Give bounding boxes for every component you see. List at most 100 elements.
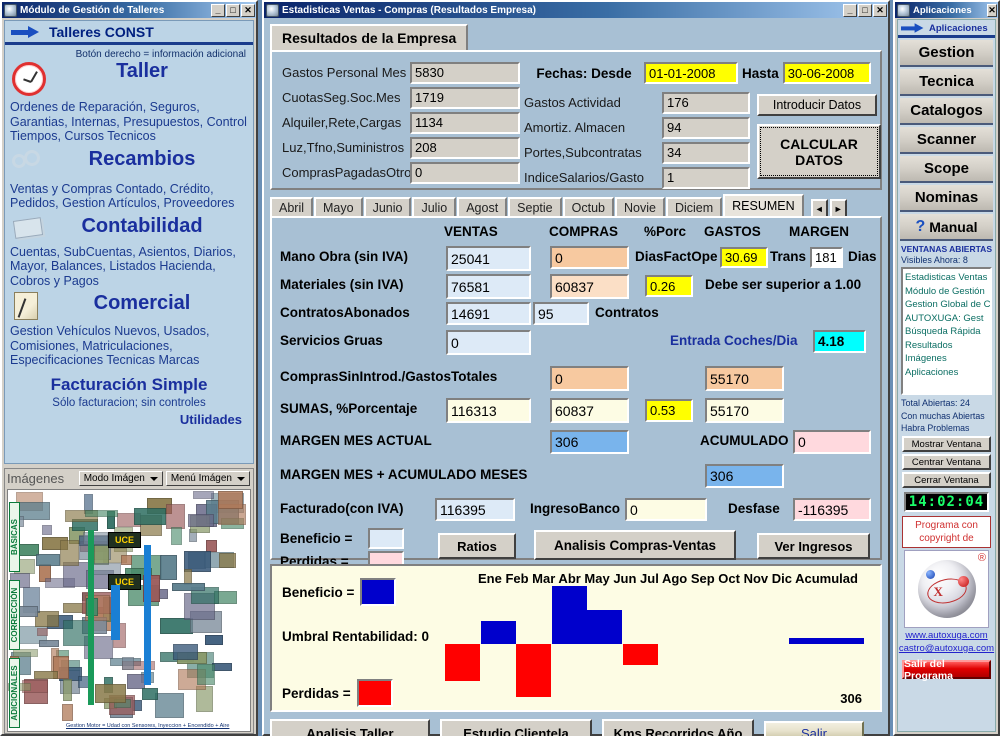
salir-del-programa-button[interactable]: Salir del Programa [902,660,991,679]
facturacion-simple-title[interactable]: Facturación Simple [10,374,248,396]
app-button-catalogos[interactable]: Catalogos [900,98,993,125]
tab-resumen[interactable]: RESUMEN [723,194,804,218]
tab-octub[interactable]: Octub [563,197,614,218]
input-alquiler-rete-cargas[interactable]: 1134 [410,112,520,134]
email-link[interactable]: castro@autoxuga.com [898,643,995,654]
input-amortiz-almacen[interactable]: 94 [662,117,750,139]
chevron-down-icon [150,477,158,481]
tab-mayo[interactable]: Mayo [314,197,363,218]
center-window-titlebar[interactable]: Estadisticas Ventas - Compras (Resultado… [264,2,888,18]
tab-abril[interactable]: Abril [270,197,313,218]
input-gastos-actividad[interactable]: 176 [662,92,750,114]
input-contratos-ventas[interactable]: 14691 [446,302,531,325]
copyright-line-1: Programa con [905,519,988,532]
input-luz-tfno-suministros[interactable]: 208 [410,137,520,159]
calcular-datos-button[interactable]: CALCULAR DATOS [757,124,881,179]
input-servicios-gruas[interactable]: 0 [446,330,531,355]
section-title-comercial[interactable]: Comercial [36,292,248,314]
app-button-manual[interactable]: ? Manual [900,214,993,241]
section-title-recambios[interactable]: Recambios [36,148,248,170]
analisis-taller-button[interactable]: Analisis Taller [270,719,430,736]
input-ingreso-banco[interactable]: 0 [625,498,707,521]
list-item[interactable]: Resultados [905,339,989,353]
input-materiales-ventas[interactable]: 76581 [446,274,531,299]
input-fecha-desde[interactable]: 01-01-2008 [644,62,738,84]
app-icon [897,4,910,17]
ver-ingresos-button[interactable]: Ver Ingresos [757,533,870,559]
imagen-diagram-canvas[interactable]: BÁSICAS CORRECCIÓN ADICIONALES UCE UCE Gestio… [7,489,251,732]
tab-agost[interactable]: Agost [457,197,507,218]
centrar-ventana-button[interactable]: Centrar Ventana [902,454,991,470]
list-item[interactable]: Búsqueda Rápida [905,325,989,339]
cerrar-ventana-button[interactable]: Cerrar Ventana [902,472,991,488]
minimize-icon[interactable]: _ [843,4,857,17]
right-window-titlebar[interactable]: Aplicaciones ✕ [895,2,998,18]
tab-julio[interactable]: Julio [412,197,456,218]
copyright-line-2: copyright de [905,532,988,545]
label-trans: Trans [770,249,806,264]
beneficio-perdidas-chart: Beneficio = Umbral Rentabilidad: 0 Perdi… [270,564,882,712]
list-item[interactable]: AUTOXUGA: Gest [905,312,989,326]
close-icon[interactable]: ✕ [241,4,255,17]
kms-recorridos-button[interactable]: Kms Recorridos Año [602,719,754,736]
input-gastos-personal[interactable]: 5830 [410,62,520,84]
chart-bar-acumulado [789,638,864,644]
list-item[interactable]: Imágenes [905,352,989,366]
list-item[interactable]: Aplicaciones [905,366,989,380]
menu-imagen-dropdown[interactable]: Menú Imágen [166,471,250,486]
form-top-panel: Gastos Personal Mes 5830 CuotasSeg.Soc.M… [270,50,882,190]
value-gastos-totales: 55170 [705,366,784,391]
input-fecha-hasta[interactable]: 30-06-2008 [783,62,871,84]
modo-imagen-dropdown[interactable]: Modo Imágen [79,471,163,486]
ratios-button[interactable]: Ratios [438,533,516,559]
section-title-contabilidad[interactable]: Contabilidad [36,215,248,237]
close-icon[interactable]: ✕ [987,4,997,17]
utilidades-link[interactable]: Utilidades [10,412,248,427]
tab-resultados-empresa[interactable]: Resultados de la Empresa [270,24,468,53]
menu-section-contabilidad[interactable]: Contabilidad [10,215,248,245]
input-materiales-compras[interactable]: 60837 [550,274,629,299]
input-cuotas-seg-soc[interactable]: 1719 [410,87,520,109]
app-button-gestion[interactable]: Gestion [900,40,993,67]
chart-bar-mar [516,644,551,697]
tab-septie[interactable]: Septie [508,197,561,218]
chart-bar-ene [445,644,480,681]
list-item[interactable]: Módulo de Gestión [905,285,989,299]
label-dias-fact-ope: DiasFactOpe [635,249,718,264]
tab-junio[interactable]: Junio [364,197,412,218]
left-window-titlebar[interactable]: Módulo de Gestión de Talleres _ □ ✕ [2,2,256,18]
tab-novie[interactable]: Novie [615,197,665,218]
label-fechas-desde: Fechas: Desde [524,66,644,81]
mostrar-ventana-button[interactable]: Mostrar Ventana [902,436,991,452]
analisis-compras-ventas-button[interactable]: Analisis Compras-Ventas [534,530,736,560]
website-link[interactable]: www.autoxuga.com [898,630,995,641]
app-button-scanner[interactable]: Scanner [900,127,993,154]
right-click-hint: Botón derecho = información adicional [10,49,248,60]
app-button-nominas[interactable]: Nominas [900,185,993,212]
section-title-taller[interactable]: Taller [36,60,248,82]
menu-section-comercial[interactable]: Comercial [10,292,248,324]
input-mano-obra-compras[interactable]: 0 [550,246,629,269]
input-compras-pagadas-otro[interactable]: 0 [410,162,520,184]
list-item[interactable]: Estadisticas Ventas [905,271,989,285]
maximize-icon[interactable]: □ [858,4,872,17]
estudio-clientela-button[interactable]: Estudio Clientela [440,719,592,736]
swatch-beneficio [368,528,404,549]
tab-diciem[interactable]: Diciem [666,197,722,218]
input-indice-salarios-gasto[interactable]: 1 [662,167,750,189]
list-item[interactable]: Gestion Global de C [905,298,989,312]
salir-button[interactable]: Salir [764,721,864,736]
minimize-icon[interactable]: _ [211,4,225,17]
menu-section-recambios[interactable]: Recambios [10,148,248,182]
input-mano-obra-ventas[interactable]: 25041 [446,246,531,271]
section-desc-recambios: Ventas y Compras Contado, Crédito, Pedid… [10,182,248,211]
close-icon[interactable]: ✕ [873,4,887,17]
input-portes-subcontratas[interactable]: 34 [662,142,750,164]
app-button-tecnica[interactable]: Tecnica [900,69,993,96]
introducir-datos-button[interactable]: Introducir Datos [757,94,877,116]
input-contratos-count[interactable]: 95 [533,302,589,325]
menu-section-taller[interactable]: Taller [10,60,248,100]
open-windows-list[interactable]: Estadisticas Ventas Módulo de Gestión Ge… [901,267,992,395]
maximize-icon[interactable]: □ [226,4,240,17]
app-button-scope[interactable]: Scope [900,156,993,183]
